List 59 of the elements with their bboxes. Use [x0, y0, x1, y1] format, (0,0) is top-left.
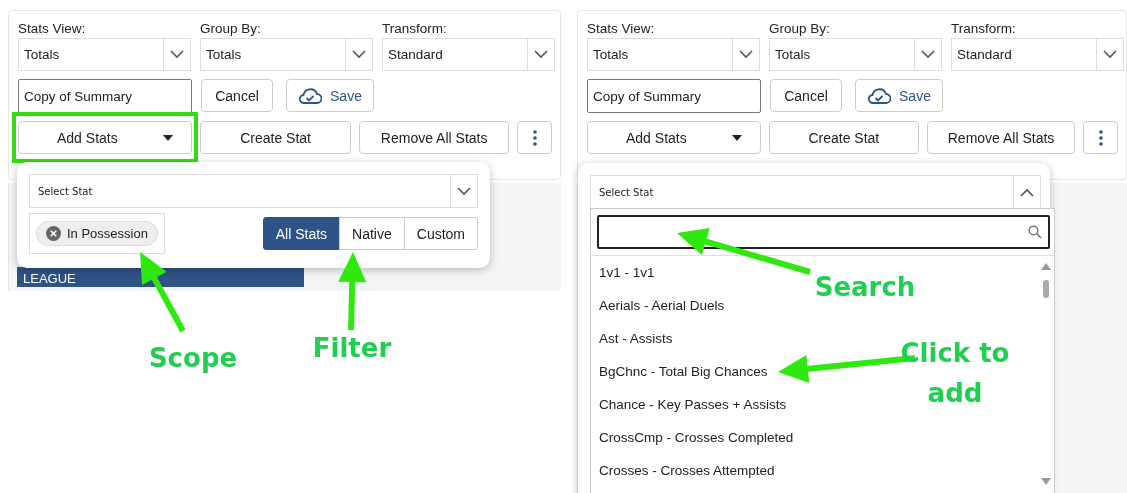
add-stats-button[interactable]: Add Stats	[18, 121, 192, 154]
stat-option[interactable]: Chance - Key Passes + Assists	[591, 388, 787, 421]
more-vertical-icon	[1098, 129, 1103, 146]
field-label: Transform:	[382, 21, 448, 36]
stat-option[interactable]: Aerials - Aerial Duels	[591, 289, 725, 322]
caret-icon	[732, 134, 742, 141]
chevron-down-icon	[1103, 50, 1117, 59]
dropdown-select[interactable]: Totals	[200, 38, 373, 71]
filter-tab[interactable]: Custom	[403, 217, 478, 250]
dropdown-select[interactable]: Totals	[587, 38, 760, 71]
more-menu-button[interactable]	[1083, 121, 1118, 154]
cancel-button[interactable]: Cancel	[770, 79, 842, 112]
field-label: Stats View:	[587, 21, 656, 36]
dropdown-select[interactable]: Totals	[769, 38, 942, 71]
search-field[interactable]	[597, 215, 1050, 249]
stat-option[interactable]: BgChnc - Total Big Chances	[591, 355, 768, 388]
cloud-check-icon	[867, 87, 892, 104]
dropdown-select[interactable]: Standard	[951, 38, 1124, 71]
chevron-up-icon	[1020, 187, 1034, 197]
save-button[interactable]: Save	[855, 79, 943, 112]
save-button[interactable]: Save	[286, 79, 374, 112]
add-stats-button[interactable]: Add Stats	[587, 121, 761, 154]
remove-icon[interactable]	[46, 226, 61, 241]
select-stat-dropdown[interactable]: Select Stat	[29, 174, 478, 208]
search-icon	[1028, 225, 1042, 239]
more-vertical-icon	[532, 129, 537, 146]
stat-option[interactable]: Ast - Assists	[591, 322, 673, 355]
remove-all-stats-button[interactable]: Remove All Stats	[359, 121, 510, 154]
stat-option[interactable]: 1v1 - 1v1	[591, 256, 655, 289]
stat-option[interactable]: Crosses - Crosses Attempted	[591, 454, 775, 487]
cancel-button[interactable]: Cancel	[201, 79, 273, 112]
annotation-label: Scope	[147, 342, 239, 375]
create-stat-button[interactable]: Create Stat	[769, 121, 919, 154]
stat-option[interactable]: CrossCmp - Crosses Completed	[591, 421, 794, 454]
create-stat-button[interactable]: Create Stat	[200, 121, 352, 154]
chevron-down-icon	[352, 50, 366, 59]
field-label: Stats View:	[18, 21, 87, 36]
field-label: Transform:	[951, 21, 1017, 36]
scope-chip[interactable]: In Possession	[36, 221, 158, 246]
annotation-label: Filter	[311, 332, 393, 365]
dropdown-select[interactable]: Totals	[18, 38, 191, 71]
chevron-down-icon	[534, 50, 548, 59]
filter-tab[interactable]: All Stats	[262, 217, 341, 250]
field-label: Group By:	[200, 21, 262, 36]
name-input-field[interactable]: Copy of Summary	[587, 79, 761, 113]
chevron-down-icon	[170, 50, 184, 59]
annotation-label: Click to add	[899, 337, 1011, 410]
field-label: Group By:	[769, 21, 831, 36]
cloud-check-icon	[298, 87, 323, 104]
dropdown-select[interactable]: Standard	[382, 38, 555, 71]
filter-tab[interactable]: Native	[339, 217, 405, 250]
chevron-down-icon	[921, 50, 935, 59]
annotation-label: Search	[813, 271, 917, 304]
more-menu-button[interactable]	[517, 121, 552, 154]
remove-all-stats-button[interactable]: Remove All Stats	[926, 121, 1076, 154]
chevron-down-icon	[739, 50, 753, 59]
name-input-field[interactable]: Copy of Summary	[18, 79, 192, 113]
caret-icon	[163, 134, 173, 141]
chevron-down-icon	[457, 186, 471, 196]
